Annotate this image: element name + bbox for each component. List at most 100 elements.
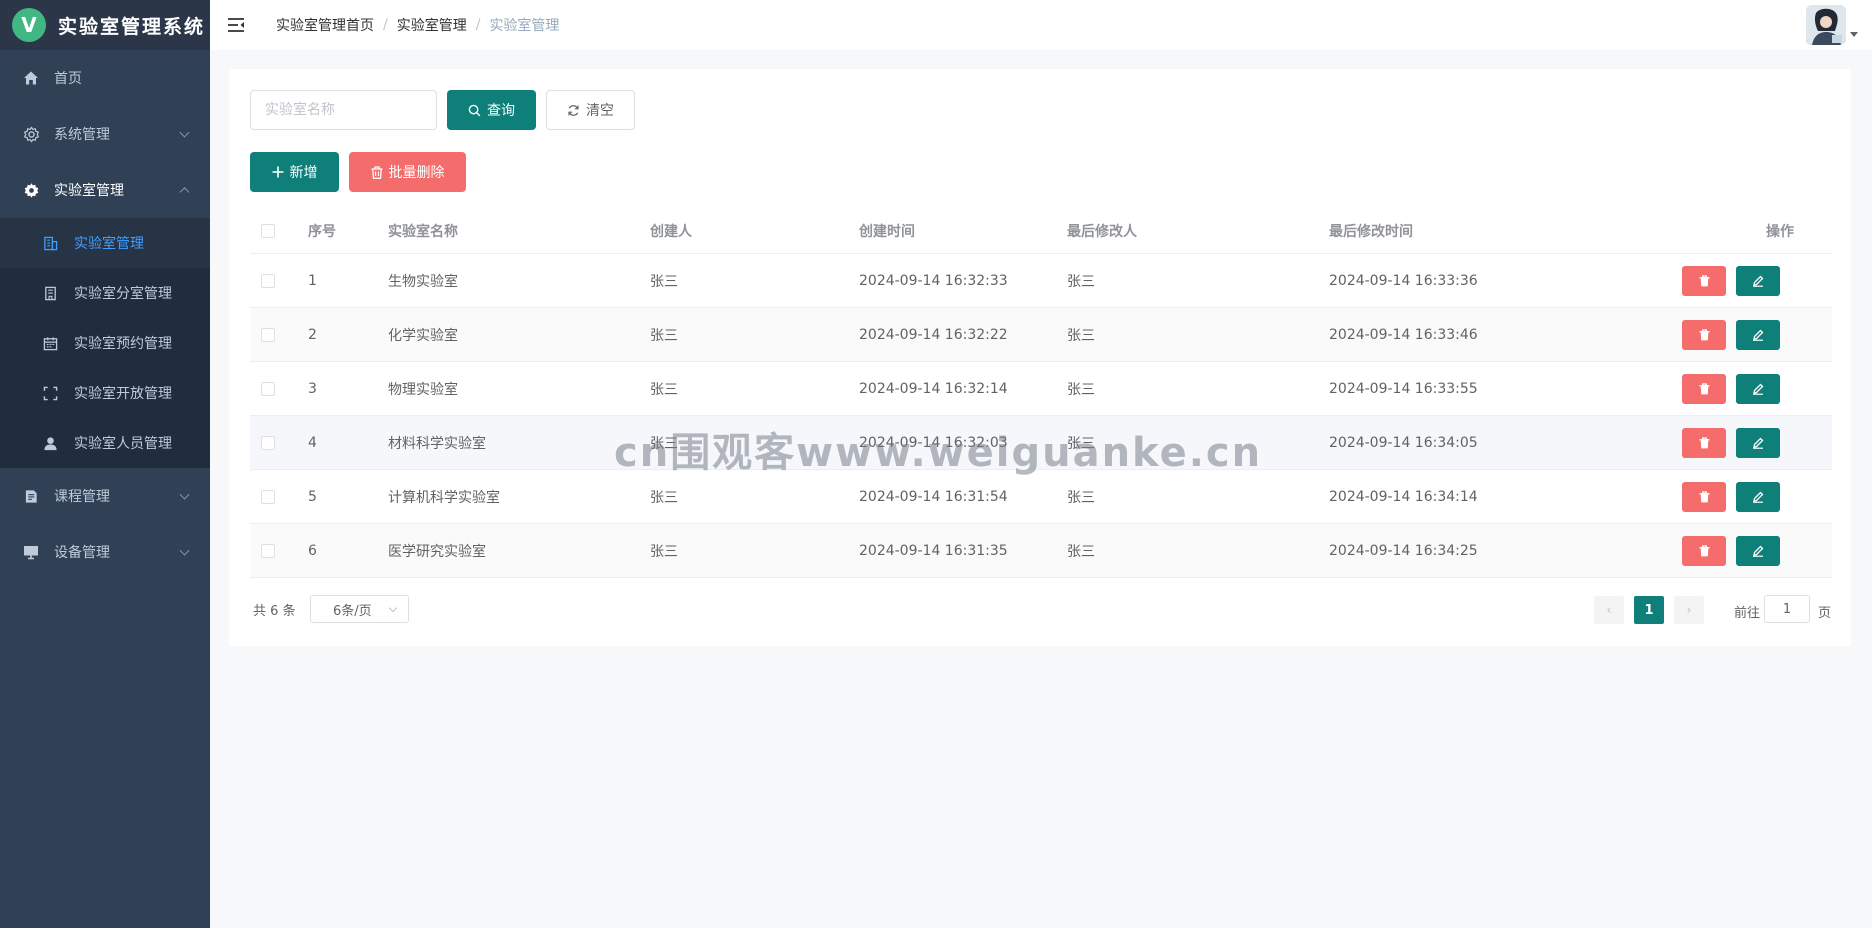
gear-outline-icon: [22, 125, 40, 143]
sidebar-subitem-label: 实验室分室管理: [74, 286, 172, 302]
trash-icon: [1698, 329, 1710, 341]
cell-lab-name: 计算机科学实验室: [388, 489, 500, 506]
column-header: 创建时间: [859, 223, 915, 240]
trash-icon: [1698, 491, 1710, 503]
sidebar-subitem-label: 实验室预约管理: [74, 336, 172, 352]
batch-delete-button-label: 批量删除: [388, 165, 445, 181]
edit-row-button[interactable]: [1736, 428, 1780, 458]
sidebar-item-label: 课程管理: [54, 489, 110, 505]
edit-row-button[interactable]: [1736, 320, 1780, 350]
row-checkbox[interactable]: [261, 327, 275, 342]
cell-modifier: 张三: [1067, 489, 1095, 506]
cell-created-time: 2024-09-14 16:32:14: [859, 380, 1008, 397]
page-number-button[interactable]: 1: [1634, 596, 1664, 624]
sidebar-subitem-lab-manage[interactable]: 实验室管理: [0, 218, 210, 268]
prev-page-button[interactable]: ‹: [1594, 596, 1624, 624]
goto-label: 前往: [1734, 606, 1761, 621]
add-button-label: 新增: [289, 165, 318, 181]
cell-creator: 张三: [650, 543, 678, 560]
next-page-button[interactable]: ›: [1674, 596, 1704, 624]
table-row: 4 材料科学实验室 张三 2024-09-14 16:32:03 张三 2024-09-1…: [250, 416, 1832, 470]
breadcrumb-separator: /: [383, 17, 388, 33]
cell-created-time: 2024-09-14 16:31:54: [859, 488, 1008, 505]
delete-row-button[interactable]: [1682, 428, 1726, 458]
row-checkbox[interactable]: [261, 543, 275, 558]
page-size-select[interactable]: 6条/页: [310, 595, 409, 623]
monitor-icon: [22, 543, 40, 561]
clear-button[interactable]: 清空: [546, 90, 635, 130]
lab-name-search-input[interactable]: [250, 90, 437, 130]
edit-row-button[interactable]: [1736, 266, 1780, 296]
row-checkbox[interactable]: [261, 381, 275, 396]
delete-row-button[interactable]: [1682, 374, 1726, 404]
sidebar-subitem-open-manage[interactable]: 实验室开放管理: [0, 368, 210, 418]
avatar[interactable]: [1806, 5, 1846, 45]
cell-lab-name: 材料科学实验室: [388, 435, 486, 452]
chevron-down-icon: [179, 127, 190, 138]
caret-down-icon[interactable]: [1850, 32, 1858, 37]
row-checkbox[interactable]: [261, 489, 275, 504]
cell-creator: 张三: [650, 273, 678, 290]
top-header: 实验室管理首页 / 实验室管理 / 实验室管理: [210, 0, 1872, 50]
edit-icon: [1752, 383, 1764, 395]
chevron-down-icon: [388, 603, 398, 613]
edit-row-button[interactable]: [1736, 536, 1780, 566]
breadcrumb-lab[interactable]: 实验室管理: [397, 15, 467, 35]
delete-row-button[interactable]: [1682, 482, 1726, 512]
cell-creator: 张三: [650, 381, 678, 398]
sidebar-subitem-booking-manage[interactable]: 实验室预约管理: [0, 318, 210, 368]
trash-icon: [1698, 437, 1710, 449]
goto-unit: 页: [1818, 606, 1832, 621]
sidebar-item-device[interactable]: 设备管理: [0, 524, 210, 580]
calendar-icon: [42, 335, 58, 351]
plus-icon: [272, 166, 284, 178]
row-checkbox[interactable]: [261, 435, 275, 450]
sidebar-item-lab[interactable]: 实验室管理: [0, 162, 210, 218]
delete-row-button[interactable]: [1682, 536, 1726, 566]
cell-lab-name: 物理实验室: [388, 381, 458, 398]
app-logo[interactable]: V 实验室管理系统: [0, 0, 210, 50]
sidebar-item-home[interactable]: 首页: [0, 50, 210, 106]
cell-modifier: 张三: [1067, 435, 1095, 452]
select-all-checkbox[interactable]: [261, 223, 275, 238]
chevron-up-icon: [179, 187, 190, 198]
trash-icon: [371, 165, 383, 179]
home-icon: [22, 69, 40, 87]
search-icon: [468, 104, 481, 117]
query-button[interactable]: 查询: [447, 90, 536, 130]
edit-row-button[interactable]: [1736, 482, 1780, 512]
cell-modifier: 张三: [1067, 327, 1095, 344]
batch-delete-button[interactable]: 批量删除: [349, 152, 466, 192]
delete-row-button[interactable]: [1682, 266, 1726, 296]
sidebar-subitem-room-manage[interactable]: 实验室分室管理: [0, 268, 210, 318]
table-row: 5 计算机科学实验室 张三 2024-09-14 16:31:54 张三 2024-09-…: [250, 470, 1832, 524]
edit-icon: [1752, 275, 1764, 287]
cell-modified-time: 2024-09-14 16:33:46: [1329, 326, 1478, 343]
cell-index: 2: [308, 326, 317, 343]
trash-icon: [1698, 383, 1710, 395]
sidebar-item-course[interactable]: 课程管理: [0, 468, 210, 524]
pagination-total: 共 6 条: [253, 603, 296, 619]
breadcrumb-home[interactable]: 实验室管理首页: [276, 15, 374, 35]
delete-row-button[interactable]: [1682, 320, 1726, 350]
user-icon: [42, 435, 58, 451]
cell-created-time: 2024-09-14 16:32:33: [859, 272, 1008, 289]
edit-row-button[interactable]: [1736, 374, 1780, 404]
hamburger-toggle-icon[interactable]: [226, 15, 246, 35]
add-button[interactable]: 新增: [250, 152, 339, 192]
edit-icon: [1752, 545, 1764, 557]
sidebar-item-system[interactable]: 系统管理: [0, 106, 210, 162]
cell-modified-time: 2024-09-14 16:34:14: [1329, 488, 1478, 505]
office-icon: [42, 285, 58, 301]
cell-modified-time: 2024-09-14 16:34:05: [1329, 434, 1478, 451]
sidebar-subitem-staff-manage[interactable]: 实验室人员管理: [0, 418, 210, 468]
cell-lab-name: 医学研究实验室: [388, 543, 486, 560]
cell-creator: 张三: [650, 327, 678, 344]
cell-index: 6: [308, 542, 317, 559]
column-header: 最后修改人: [1067, 223, 1137, 240]
row-checkbox[interactable]: [261, 273, 275, 288]
column-header: 序号: [308, 223, 336, 240]
sidebar-subitem-label: 实验室人员管理: [74, 436, 172, 452]
table-header: 序号 实验室名称 创建人 创建时间 最后修改人 最后修改时间 操作: [250, 208, 1832, 254]
goto-page-input[interactable]: [1764, 595, 1810, 623]
